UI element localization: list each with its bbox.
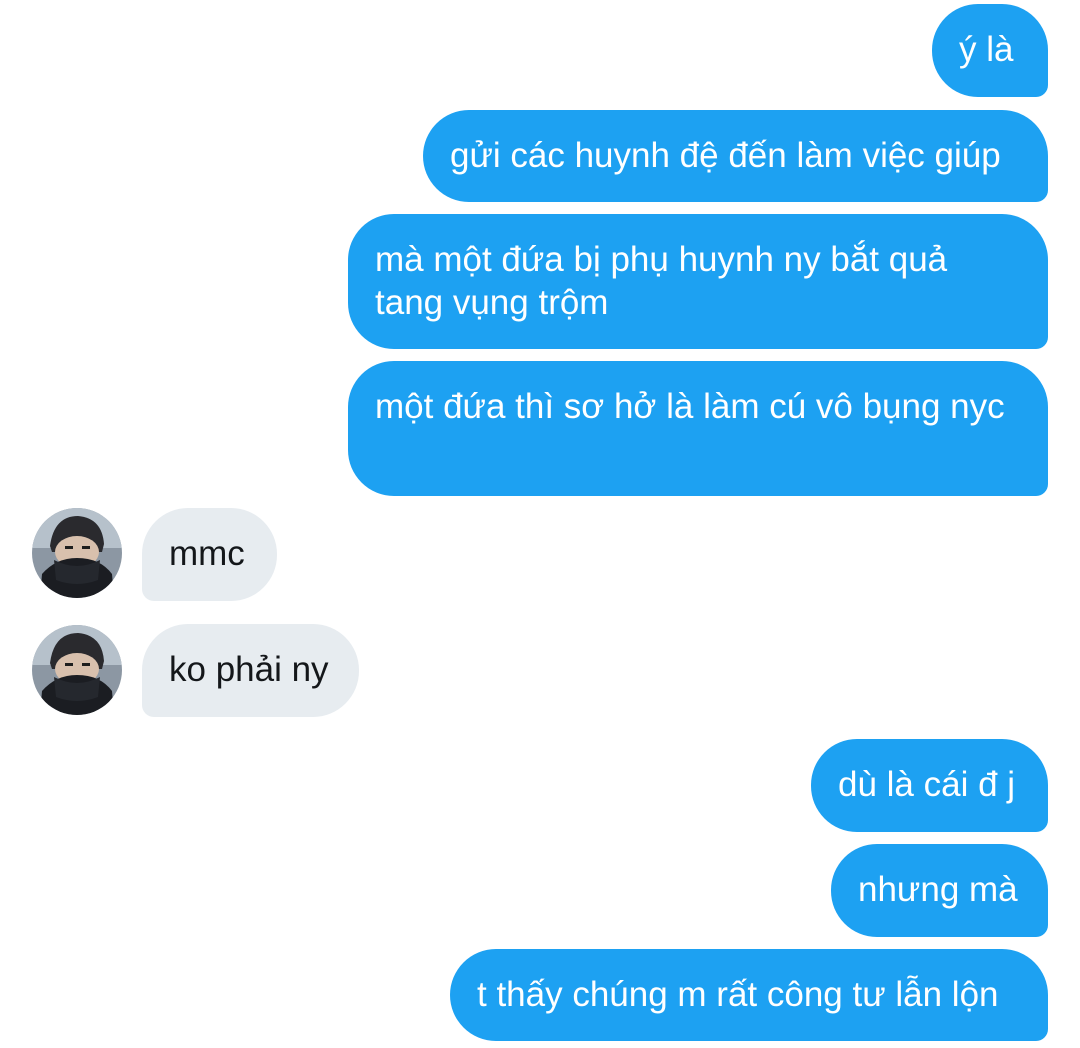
user-avatar[interactable] (32, 508, 122, 598)
outgoing-message-bubble[interactable]: một đứa thì sơ hở là làm cú vô bụng nyc (348, 361, 1048, 496)
incoming-message-bubble[interactable]: ko phải ny (142, 624, 359, 717)
outgoing-message-bubble[interactable]: mà một đứa bị phụ huynh ny bắt quả tang … (348, 214, 1048, 349)
outgoing-message-bubble[interactable]: t thấy chúng m rất công tư lẫn lộn (450, 949, 1048, 1041)
outgoing-message-bubble[interactable]: dù là cái đ j (811, 739, 1048, 832)
outgoing-message-bubble[interactable]: nhưng mà (831, 844, 1048, 937)
user-avatar[interactable] (32, 625, 122, 715)
incoming-message-bubble[interactable]: mmc (142, 508, 277, 601)
outgoing-message-bubble[interactable]: ý là (932, 4, 1048, 97)
outgoing-message-bubble[interactable]: gửi các huynh đệ đến làm việc giúp (423, 110, 1048, 202)
